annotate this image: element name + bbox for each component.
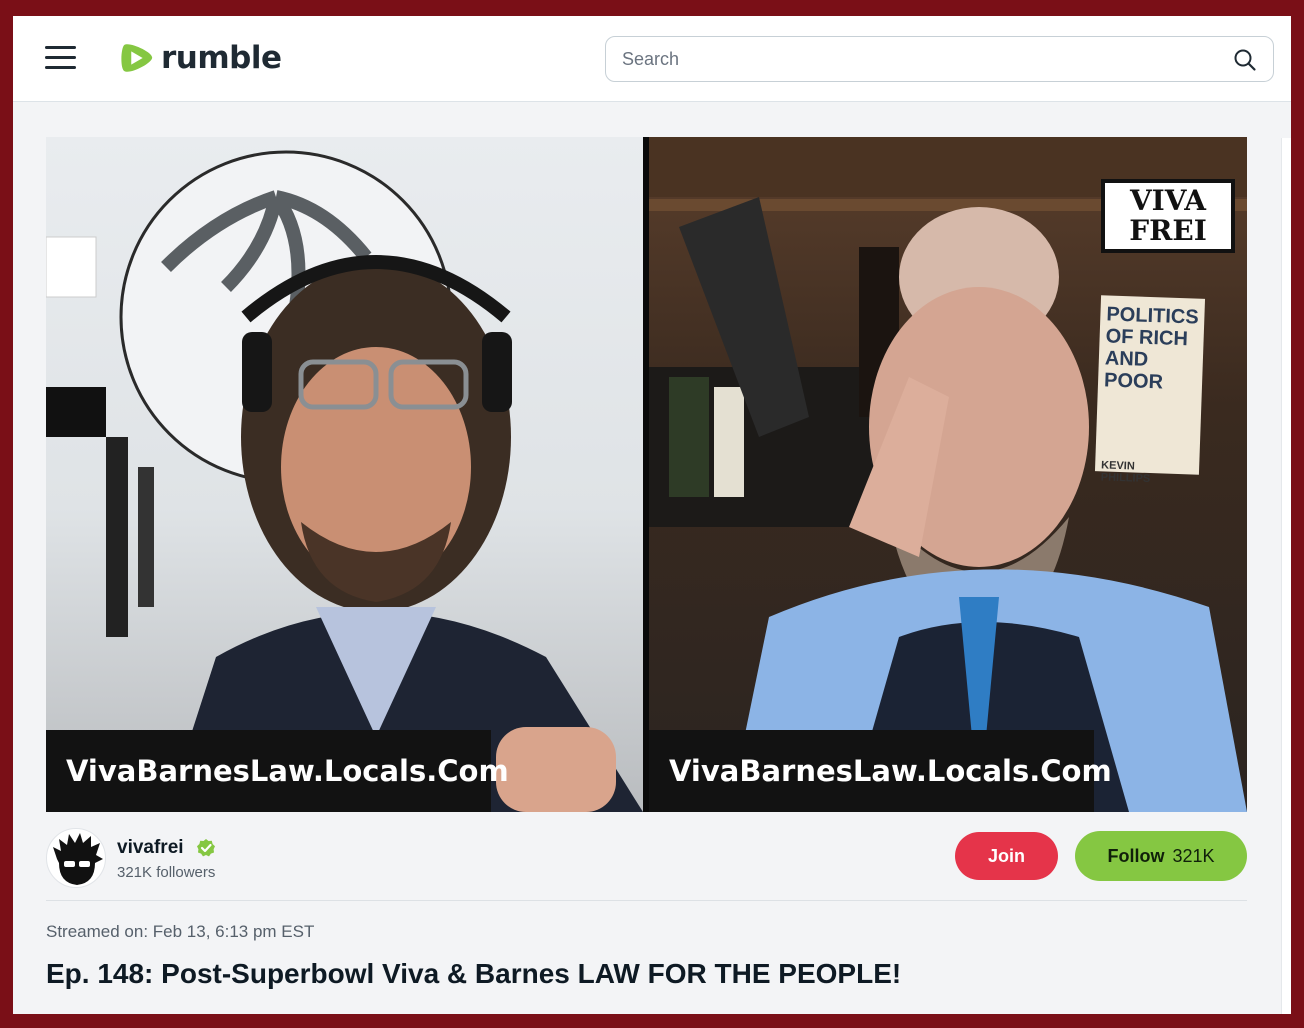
rumble-play-icon — [121, 44, 153, 72]
viva-frei-badge: VIVA FREI — [1101, 179, 1235, 253]
badge-line-1: VIVA — [1129, 184, 1207, 217]
logo-text: rumble — [161, 40, 282, 76]
search-icon[interactable] — [1233, 48, 1257, 72]
follow-label: Follow — [1107, 845, 1165, 866]
left-caption: VivaBarnesLaw.Locals.Com — [46, 730, 509, 812]
channel-followers: 321K followers — [117, 864, 216, 881]
scrollbar[interactable] — [1281, 138, 1291, 1014]
channel-name[interactable]: vivafrei — [117, 837, 184, 859]
menu-icon[interactable] — [45, 46, 76, 70]
right-caption: VivaBarnesLaw.Locals.Com — [649, 730, 1112, 812]
join-button[interactable]: Join — [955, 832, 1058, 880]
video-pane-left: VivaBarnesLaw.Locals.Com — [46, 137, 643, 812]
channel-row: vivafrei 321K followers Join Follow 321K — [46, 826, 1247, 901]
book-cover: POLITICS OF RICH AND POOR KEVIN PHILLIPS — [1094, 295, 1206, 485]
badge-line-2: FREI — [1129, 214, 1207, 247]
video-title: Ep. 148: Post-Superbowl Viva & Barnes LA… — [46, 958, 902, 989]
search-input[interactable] — [622, 37, 1222, 81]
video-player[interactable]: VivaBarnesLaw.Locals.Com VIVA FREI POLIT… — [46, 137, 1247, 812]
streamed-date: Streamed on: Feb 13, 6:13 pm EST — [46, 922, 315, 941]
book-title-3: AND POOR — [1103, 347, 1164, 394]
channel-avatar[interactable] — [46, 828, 106, 888]
left-host-image — [46, 150, 643, 812]
avatar-icon — [53, 833, 103, 885]
verified-icon — [197, 839, 215, 857]
search-box[interactable] — [605, 36, 1274, 82]
follow-count: 321K — [1172, 845, 1215, 866]
follow-button[interactable]: Follow 321K — [1075, 831, 1247, 881]
book-title-2: OF RICH — [1105, 325, 1189, 351]
book-title-1: POLITICS — [1106, 303, 1199, 329]
page-frame: rumble Search VivaBarnesLaw.Locals.Com V… — [13, 16, 1291, 1014]
video-pane-right: VIVA FREI POLITICS OF RICH AND POOR KEVI… — [649, 137, 1247, 812]
top-bar: rumble — [13, 16, 1291, 102]
rumble-logo[interactable]: rumble — [117, 38, 282, 78]
book-author-2: PHILLIPS — [1100, 471, 1151, 486]
